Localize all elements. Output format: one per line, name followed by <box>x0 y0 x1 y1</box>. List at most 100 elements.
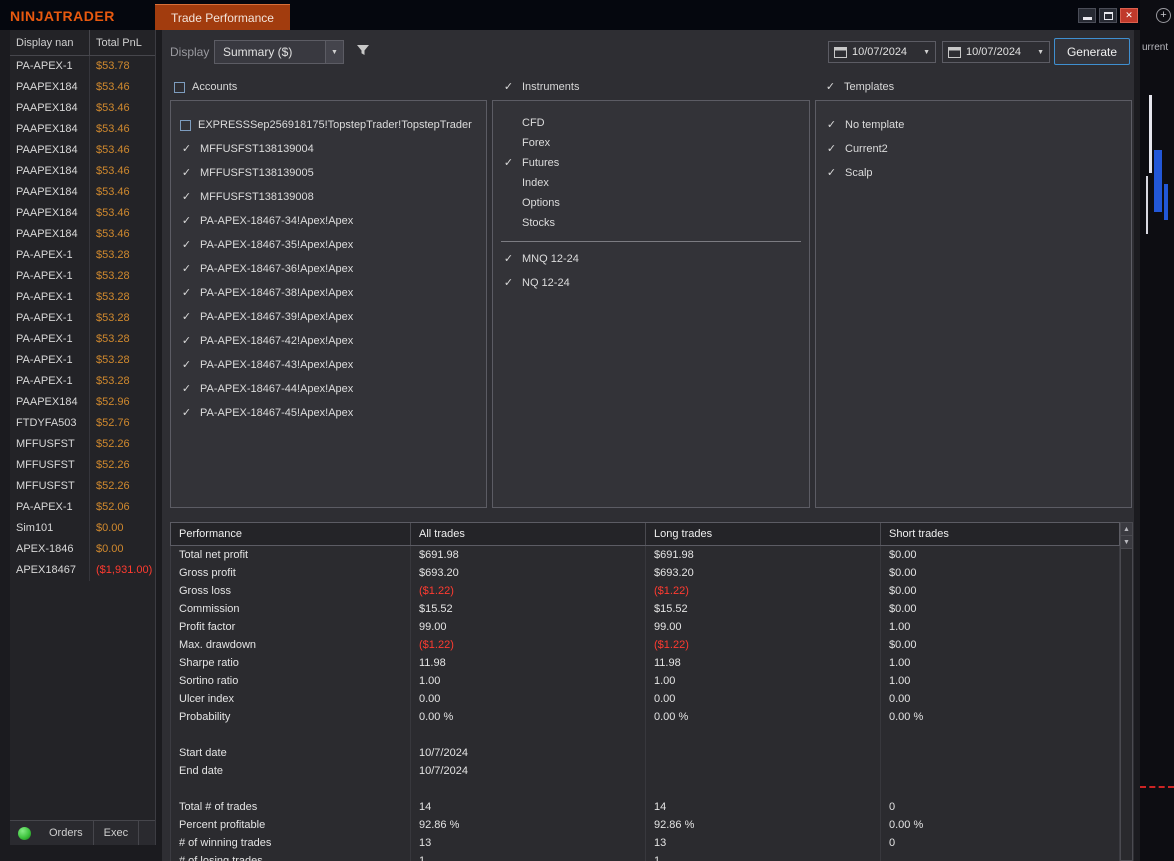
sidebar-row[interactable]: PAAPEX184 $53.46 <box>10 203 155 224</box>
column-header-all-trades[interactable]: All trades <box>411 523 646 545</box>
metric-value: 10/7/2024 <box>411 744 646 762</box>
checklist-item[interactable]: ✓ PA-APEX-18467-44!Apex!Apex <box>171 377 486 401</box>
check-icon: ✓ <box>181 334 192 347</box>
sidebar-row[interactable]: PA-APEX-1 $52.06 <box>10 497 155 518</box>
checklist-item[interactable]: ✓ PA-APEX-18467-38!Apex!Apex <box>171 281 486 305</box>
sidebar-row[interactable]: PAAPEX184 $53.46 <box>10 140 155 161</box>
sidebar-row[interactable]: PAAPEX184 $53.46 <box>10 119 155 140</box>
performance-row: # of losing trades 1 1 <box>171 852 1119 861</box>
instrument-items: ✓ MNQ 12-24 ✓ NQ 12-24 <box>493 247 809 295</box>
templates-header[interactable]: ✓ Templates <box>824 79 894 95</box>
performance-scrollbar[interactable]: ▲ ▼ <box>1120 522 1133 861</box>
scroll-down-arrow[interactable]: ▼ <box>1121 536 1132 549</box>
checklist-item[interactable]: ✓ No template <box>816 113 1131 137</box>
display-mode-select[interactable]: Summary ($) ▼ <box>214 40 344 64</box>
sidebar-row[interactable]: PAAPEX184 $53.46 <box>10 77 155 98</box>
checklist-item[interactable]: ✓ PA-APEX-18467-42!Apex!Apex <box>171 329 486 353</box>
checklist-item[interactable]: CFD <box>493 113 809 133</box>
sidebar-row[interactable]: PAAPEX184 $53.46 <box>10 224 155 245</box>
filter-icon[interactable] <box>356 43 370 60</box>
checklist-item-label: CFD <box>522 117 545 129</box>
column-header-performance[interactable]: Performance <box>171 523 411 545</box>
checklist-item[interactable]: Forex <box>493 133 809 153</box>
checklist-item[interactable]: ✓ MFFUSFST138139004 <box>171 137 486 161</box>
sidebar-row[interactable]: MFFUSFST $52.26 <box>10 455 155 476</box>
display-name-cell: PA-APEX-1 <box>10 245 90 266</box>
metric-value <box>881 762 1119 780</box>
checklist-item[interactable]: ✓ MFFUSFST138139005 <box>171 161 486 185</box>
sidebar-row[interactable]: APEX-1846 $0.00 <box>10 539 155 560</box>
column-header-total-pnl[interactable]: Total PnL <box>90 37 142 49</box>
checklist-item-label: PA-APEX-18467-43!Apex!Apex <box>200 359 354 371</box>
scroll-up-arrow[interactable]: ▲ <box>1121 523 1132 536</box>
sidebar-row[interactable]: FTDYFA503 $52.76 <box>10 413 155 434</box>
checklist-item[interactable]: ✓ PA-APEX-18467-34!Apex!Apex <box>171 209 486 233</box>
sidebar-row[interactable]: MFFUSFST $52.26 <box>10 434 155 455</box>
sidebar-row[interactable]: PA-APEX-1 $53.28 <box>10 371 155 392</box>
display-name-cell: PAAPEX184 <box>10 119 90 140</box>
minimize-button[interactable] <box>1078 8 1096 23</box>
chevron-down-icon: ▼ <box>923 48 930 56</box>
metric-value: 14 <box>646 798 881 816</box>
column-header-long-trades[interactable]: Long trades <box>646 523 881 545</box>
performance-row: Commission $15.52 $15.52 $0.00 <box>171 600 1119 618</box>
sidebar-row[interactable]: PAAPEX184 $53.46 <box>10 98 155 119</box>
column-header-display-name[interactable]: Display nan <box>10 30 90 55</box>
sidebar-row[interactable]: PA-APEX-1 $53.28 <box>10 287 155 308</box>
total-pnl-cell: $53.78 <box>96 60 130 72</box>
total-pnl-cell: $53.46 <box>96 165 130 177</box>
checklist-item[interactable]: ✓ Scalp <box>816 161 1131 185</box>
sidebar-row[interactable]: Sim101 $0.00 <box>10 518 155 539</box>
metric-label: Total # of trades <box>171 798 411 816</box>
metric-value: 0 <box>889 801 896 813</box>
sidebar-row[interactable]: PAAPEX184 $53.46 <box>10 182 155 203</box>
column-header-short-trades[interactable]: Short trades <box>881 523 1119 545</box>
checklist-item[interactable]: ✓ PA-APEX-18467-35!Apex!Apex <box>171 233 486 257</box>
maximize-button[interactable] <box>1099 8 1117 23</box>
checklist-item[interactable]: ✓ PA-APEX-18467-39!Apex!Apex <box>171 305 486 329</box>
check-icon: ✓ <box>826 142 837 155</box>
checklist-item[interactable]: ✓ MNQ 12-24 <box>493 247 809 271</box>
check-icon: ✓ <box>181 166 192 179</box>
sidebar-row[interactable]: PA-APEX-1 $53.28 <box>10 308 155 329</box>
sidebar-row[interactable]: PA-APEX-1 $53.78 <box>10 56 155 77</box>
tab-trade-performance[interactable]: Trade Performance <box>155 4 290 30</box>
metric-value: ($1.22) <box>411 582 646 600</box>
close-button[interactable]: ✕ <box>1120 8 1138 23</box>
accounts-header[interactable]: Accounts <box>174 79 237 95</box>
checklist-item[interactable]: ✓ PA-APEX-18467-45!Apex!Apex <box>171 401 486 425</box>
checklist-item[interactable]: ✓ PA-APEX-18467-43!Apex!Apex <box>171 353 486 377</box>
tab-orders[interactable]: Orders <box>39 821 94 845</box>
sidebar-row[interactable]: PA-APEX-1 $53.28 <box>10 329 155 350</box>
accounts-header-checkbox[interactable] <box>174 81 185 93</box>
sidebar-row[interactable]: PAAPEX184 $53.46 <box>10 161 155 182</box>
sidebar-row[interactable]: PA-APEX-1 $53.28 <box>10 245 155 266</box>
metric-value <box>881 744 1119 762</box>
sidebar-row[interactable]: PAAPEX184 $52.96 <box>10 392 155 413</box>
templates-header-checkbox[interactable]: ✓ <box>824 81 837 94</box>
instrument-categories: CFD Forex ✓ Futures Index Options Stocks <box>493 113 809 233</box>
checklist-item[interactable]: ✓ NQ 12-24 <box>493 271 809 295</box>
background-partial-text: urrent <box>1142 42 1169 53</box>
date-from-picker[interactable]: 10/07/2024 ▼ <box>828 41 936 63</box>
date-to-picker[interactable]: 10/07/2024 ▼ <box>942 41 1050 63</box>
checklist-item[interactable]: Index <box>493 173 809 193</box>
checklist-item[interactable]: ✓ Current2 <box>816 137 1131 161</box>
sidebar-row[interactable]: MFFUSFST $52.26 <box>10 476 155 497</box>
checklist-item[interactable]: Stocks <box>493 213 809 233</box>
instruments-header[interactable]: ✓ Instruments <box>502 79 580 95</box>
tab-executions[interactable]: Exec <box>94 821 140 845</box>
checklist-item[interactable]: Options <box>493 193 809 213</box>
generate-button[interactable]: Generate <box>1054 38 1130 65</box>
display-label: Display <box>170 45 210 59</box>
sidebar-row[interactable]: PA-APEX-1 $53.28 <box>10 350 155 371</box>
checklist-item[interactable]: ✓ MFFUSFST138139008 <box>171 185 486 209</box>
checklist-item[interactable]: ✓ Futures <box>493 153 809 173</box>
display-name-cell: Sim101 <box>10 518 90 539</box>
instruments-header-checkbox[interactable]: ✓ <box>502 81 515 94</box>
checklist-item[interactable]: ✓ PA-APEX-18467-36!Apex!Apex <box>171 257 486 281</box>
total-pnl-cell: $53.28 <box>96 291 130 303</box>
checklist-item[interactable]: EXPRESSSep256918175!TopstepTrader!Topste… <box>171 113 486 137</box>
sidebar-row[interactable]: PA-APEX-1 $53.28 <box>10 266 155 287</box>
sidebar-row[interactable]: APEX18467 ($1,931.00) <box>10 560 155 581</box>
